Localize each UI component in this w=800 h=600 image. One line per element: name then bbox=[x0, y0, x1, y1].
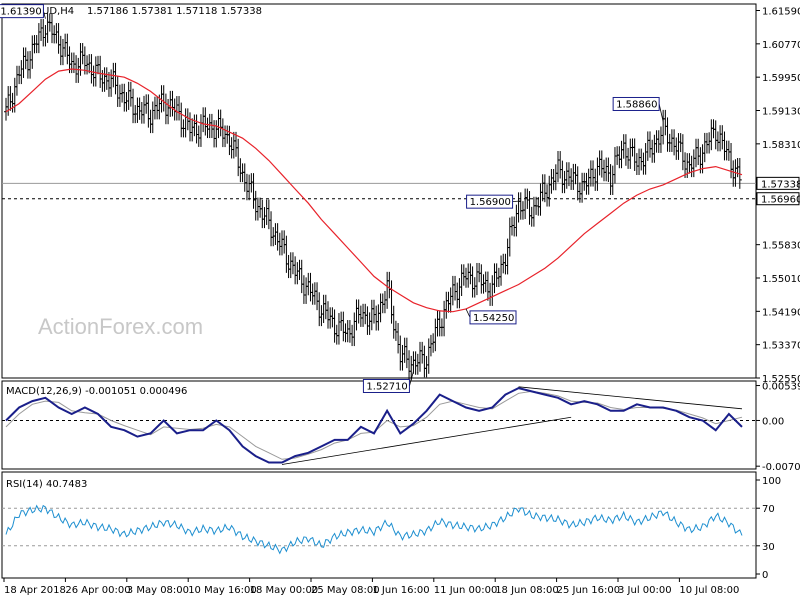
time-tick-label: 1 Jun 16:00 bbox=[372, 585, 429, 596]
time-tick-label: 10 Jul 08:00 bbox=[679, 585, 739, 596]
annotation-leader bbox=[512, 200, 519, 203]
rsi-tick-label: 0 bbox=[762, 570, 768, 581]
time-tick-label: 18 Apr 2018 bbox=[4, 585, 66, 596]
price-tick-label: 1.53370 bbox=[762, 341, 800, 352]
macd-tick-label: -0.007064 bbox=[762, 462, 800, 473]
rsi-title: RSI(14) 40.7483 bbox=[6, 479, 87, 490]
price-tick-label: 1.59950 bbox=[762, 73, 800, 84]
time-tick-label: 3 Jul 00:00 bbox=[618, 585, 672, 596]
time-tick-label: 3 May 08:00 bbox=[127, 585, 189, 596]
time-tick-label: 25 Jun 16:00 bbox=[557, 585, 621, 596]
price-tick-label: 1.55830 bbox=[762, 241, 800, 252]
annotation-label: 1.58860 bbox=[616, 99, 657, 110]
forex-chart: EURAUD,H4 1.57186 1.57381 1.57118 1.5733… bbox=[0, 0, 800, 600]
price-tick-label: 1.58310 bbox=[762, 140, 800, 151]
time-tick-label: 18 Jun 08:00 bbox=[495, 585, 559, 596]
price-tick-label: 1.54190 bbox=[762, 307, 800, 318]
annotation-label: 1.56900 bbox=[470, 197, 511, 208]
time-tick-label: 11 Jun 00:00 bbox=[434, 585, 498, 596]
time-tick-label: 10 May 16:00 bbox=[188, 585, 257, 596]
time-tick-label: 26 Apr 00:00 bbox=[65, 585, 130, 596]
rsi-tick-label: 30 bbox=[762, 542, 775, 553]
annotation-label: 1.61390 bbox=[0, 7, 41, 18]
macd-tick-label: 0.00 bbox=[762, 416, 784, 427]
price-tick-label: 1.59130 bbox=[762, 107, 800, 118]
macd-title: MACD(12,26,9) -0.001051 0.000496 bbox=[6, 386, 187, 397]
rsi-tick-label: 70 bbox=[762, 504, 775, 515]
time-tick-label: 18 May 00:00 bbox=[250, 585, 319, 596]
time-tick-label: 25 May 08:00 bbox=[311, 585, 380, 596]
annotation-label: 1.52710 bbox=[366, 381, 407, 392]
price-tick-label: 1.55010 bbox=[762, 274, 800, 285]
macd-tick-label: 0.005398 bbox=[762, 382, 800, 393]
reference-level-label: 1.56960 bbox=[761, 195, 800, 206]
price-tick-label: 1.61590 bbox=[762, 7, 800, 18]
current-price-label: 1.57338 bbox=[761, 179, 800, 190]
ohlc-values: 1.57186 1.57381 1.57118 1.57338 bbox=[87, 6, 262, 17]
rsi-tick-label: 100 bbox=[762, 476, 781, 487]
annotation-label: 1.54250 bbox=[473, 313, 514, 324]
watermark: ActionForex.com bbox=[38, 314, 203, 339]
price-tick-label: 1.60770 bbox=[762, 40, 800, 51]
